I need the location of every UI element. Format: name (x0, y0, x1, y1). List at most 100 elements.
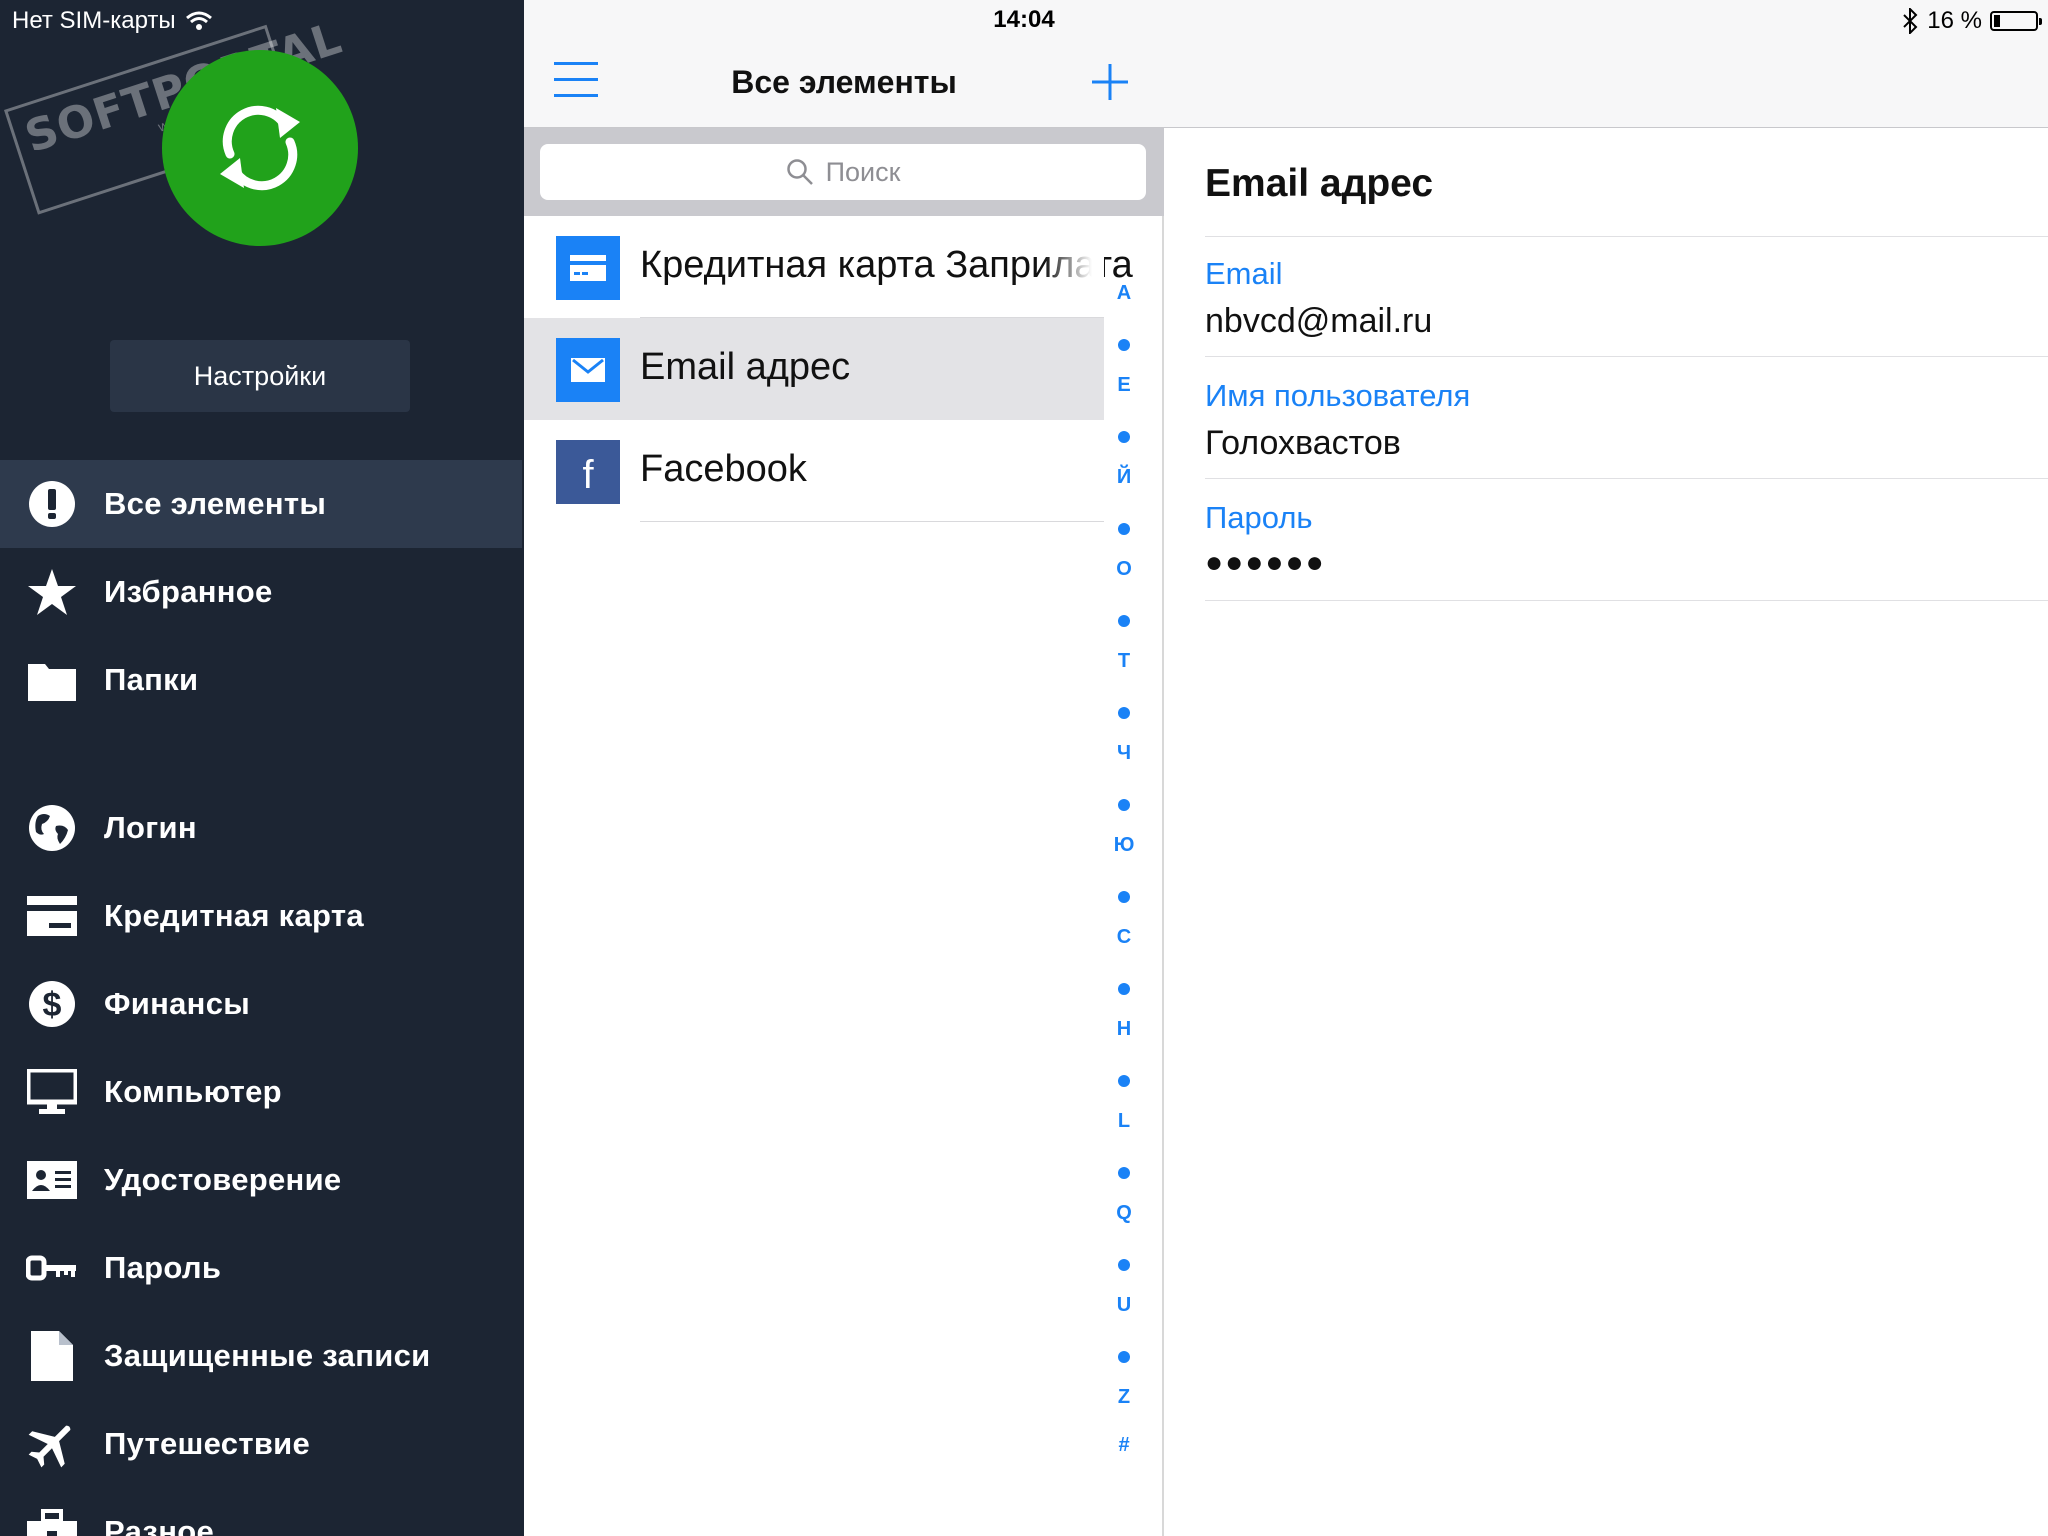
bluetooth-icon (1903, 8, 1918, 34)
sidebar-item-folders[interactable]: Папки (0, 636, 522, 724)
envelope-icon (556, 338, 620, 402)
index-letter[interactable]: Ч (1100, 742, 1148, 765)
plus-icon (1092, 64, 1128, 100)
sidebar-item-identity[interactable]: Удостоверение (0, 1136, 522, 1224)
sidebar-item-label: Все элементы (104, 486, 327, 521)
sidebar-item-favorites[interactable]: Избранное (0, 548, 522, 636)
sidebar-item-all-items[interactable]: Все элементы (0, 460, 522, 548)
sidebar-item-label: Разное (104, 1514, 214, 1536)
index-dot (1118, 707, 1130, 719)
index-letter[interactable]: Е (1100, 374, 1148, 397)
sidebar-item-credit-card[interactable]: Кредитная карта (0, 872, 522, 960)
sidebar-item-label: Кредитная карта (104, 898, 364, 933)
search-placeholder: Поиск (825, 156, 901, 187)
search-input[interactable]: Поиск (540, 144, 1146, 200)
credit-card-icon (26, 890, 78, 942)
field-label-email: Email (1205, 256, 1283, 291)
status-battery: 16 % (1901, 6, 2042, 36)
info-icon (26, 478, 78, 530)
credit-card-icon (556, 236, 620, 300)
wifi-icon (185, 11, 212, 30)
search-bar: Поиск (524, 128, 1164, 216)
search-icon (786, 159, 813, 185)
detail-separator (1205, 356, 2048, 357)
settings-button[interactable]: Настройки (110, 340, 410, 412)
status-time: 14:04 (993, 6, 1055, 33)
id-card-icon (26, 1154, 78, 1206)
battery-icon (1990, 11, 2042, 31)
index-dot (1118, 983, 1130, 995)
field-label-password: Пароль (1205, 500, 1313, 535)
sidebar-item-label: Финансы (104, 986, 251, 1021)
sync-button[interactable] (162, 50, 358, 246)
sidebar-item-computer[interactable]: Компьютер (0, 1048, 522, 1136)
index-letter[interactable]: L (1100, 1110, 1148, 1133)
folder-icon (26, 654, 78, 706)
index-letter[interactable]: H (1100, 1018, 1148, 1041)
index-letter[interactable]: О (1100, 558, 1148, 581)
key-icon (26, 1242, 78, 1294)
label-fade (1044, 216, 1104, 318)
index-letter[interactable]: Т (1100, 650, 1148, 673)
sidebar-item-label: Пароль (104, 1250, 222, 1285)
sidebar-item-label: Удостоверение (104, 1162, 342, 1197)
field-value-username[interactable]: Голохвастов (1205, 424, 1401, 463)
dollar-icon: $ (26, 978, 78, 1030)
list-item-facebook[interactable]: f Facebook (524, 420, 1104, 522)
items-list-panel: Все элементы Поиск Кредитная карта Запри… (524, 0, 1164, 1536)
airplane-icon (26, 1418, 78, 1470)
sidebar-item-login[interactable]: Логин (0, 784, 522, 872)
document-icon (26, 1330, 78, 1382)
detail-separator (1205, 478, 2048, 479)
index-dot (1118, 1075, 1130, 1087)
facebook-icon: f (556, 440, 620, 504)
index-letter[interactable]: Z (1100, 1386, 1148, 1409)
carrier-label: Нет SIM-карты (12, 7, 176, 34)
star-icon (26, 566, 78, 618)
svg-text:f: f (582, 453, 594, 492)
detail-separator (1205, 236, 2048, 237)
sidebar-item-misc[interactable]: Разное (0, 1488, 522, 1536)
detail-title: Email адрес (1205, 162, 1434, 205)
field-value-password[interactable]: ●●●●●● (1205, 546, 1326, 580)
index-letter[interactable]: Й (1100, 466, 1148, 489)
index-dot (1118, 1351, 1130, 1363)
sidebar-item-finance[interactable]: $ Финансы (0, 960, 522, 1048)
index-dot (1118, 339, 1130, 351)
section-index[interactable]: А Е Й О Т Ч Ю C H L Q U Z # (1100, 276, 1160, 1476)
list-item-label: Email адрес (640, 346, 851, 388)
index-letter[interactable]: Q (1100, 1202, 1148, 1225)
battery-percent: 16 % (1927, 7, 1982, 34)
sidebar-item-label: Компьютер (104, 1074, 282, 1109)
monitor-icon (26, 1066, 78, 1118)
index-letter[interactable]: U (1100, 1294, 1148, 1317)
sidebar-item-label: Избранное (104, 574, 273, 609)
index-dot (1118, 799, 1130, 811)
briefcase-icon (26, 1506, 78, 1536)
sidebar-item-password[interactable]: Пароль (0, 1224, 522, 1312)
index-dot (1118, 891, 1130, 903)
sidebar-item-travel[interactable]: Путешествие (0, 1400, 522, 1488)
index-dot (1118, 1167, 1130, 1179)
sidebar-item-secure-notes[interactable]: Защищенные записи (0, 1312, 522, 1400)
sidebar-item-label: Папки (104, 662, 199, 697)
item-detail-panel: Email адрес Email nbvcd@mail.ru Имя поль… (1164, 128, 2048, 1536)
index-dot (1118, 1259, 1130, 1271)
index-dot (1118, 615, 1130, 627)
list-item-credit-card[interactable]: Кредитная карта Заприлата (524, 216, 1133, 318)
status-carrier: Нет SIM-карты (12, 6, 212, 36)
index-letter[interactable]: Ю (1100, 834, 1148, 857)
battery-level (1994, 15, 2001, 27)
index-letter[interactable]: # (1100, 1434, 1148, 1457)
list-item-label: Facebook (640, 448, 807, 490)
index-letter[interactable]: А (1100, 282, 1148, 305)
index-letter[interactable]: C (1100, 926, 1148, 949)
field-value-email[interactable]: nbvcd@mail.ru (1205, 302, 1432, 341)
globe-icon (26, 802, 78, 854)
index-dot (1118, 523, 1130, 535)
list-item-email[interactable]: Email адрес (524, 318, 1104, 420)
add-button[interactable] (1090, 62, 1130, 102)
sidebar-item-label: Защищенные записи (104, 1338, 431, 1373)
field-label-username: Имя пользователя (1205, 378, 1471, 413)
list-title: Все элементы (731, 64, 957, 100)
